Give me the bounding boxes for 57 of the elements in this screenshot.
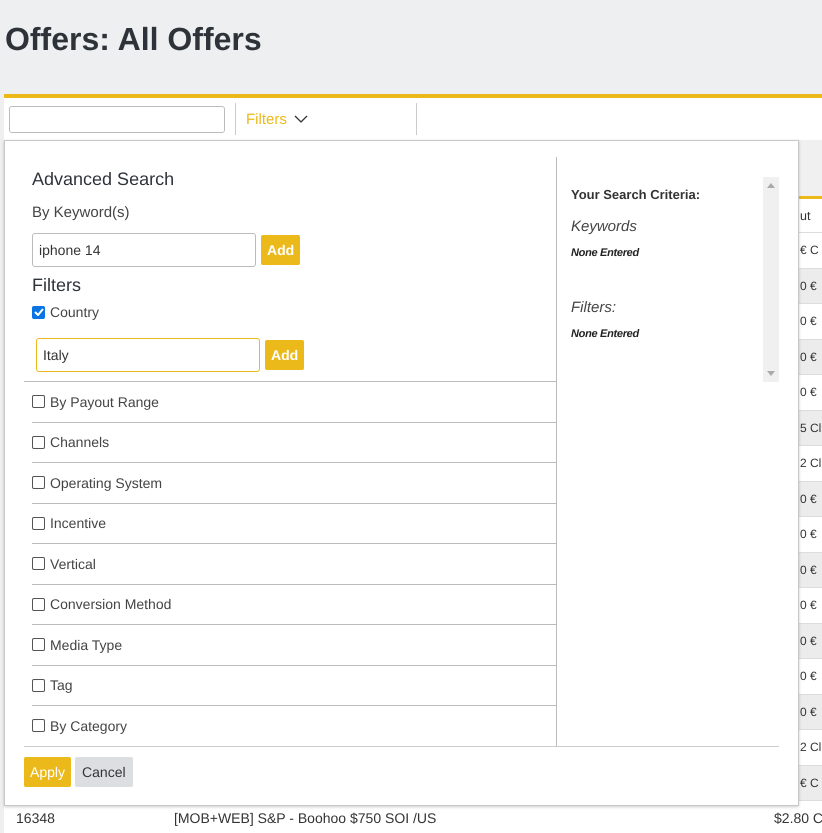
checkbox[interactable] [32,557,45,570]
cancel-button[interactable]: Cancel [75,756,133,786]
field-label: By Keyword(s) [32,204,131,221]
table-cell: [MOB+WEB] S&P - Boohoo $750 SOI /US [174,810,436,826]
table-cell: 5 Cl [800,420,822,435]
criteria-heading: Filters: [571,299,617,316]
criteria-heading: Keywords [571,218,638,235]
table-cell: 0 € [800,704,817,719]
checkbox[interactable] [32,306,45,318]
checkbox[interactable] [32,638,45,652]
checkbox[interactable] [32,678,45,692]
section-title: Filters [32,275,82,296]
table-cell: 0 € [800,492,817,506]
filters-dropdown[interactable]: Filters [236,110,406,128]
table-cell: 2 Cl [800,740,822,754]
table-cell: 0 € [800,350,817,364]
checkbox-label: Country [50,304,100,320]
criteria-value: None Entered [571,328,640,340]
table-cell: € C [800,243,819,258]
checkbox-label: Vertical [50,556,96,572]
checkbox[interactable] [32,476,45,490]
country-input-field[interactable]: Italy [36,338,260,372]
table-cell: 0 € [800,314,817,328]
checkbox-label: By Category [50,718,128,734]
table-cell: 0 € [800,669,817,684]
table-cell: 0 € [800,385,817,400]
apply-button[interactable]: Apply [24,756,72,786]
checkbox[interactable] [32,395,45,408]
add-button[interactable]: Add [265,340,304,370]
table-cell: 0 € [800,278,817,293]
criteria-title: Your Search Criteria: [571,187,700,202]
table-cell: € C [800,776,819,790]
checkbox[interactable] [32,598,45,611]
table-cell: 16348 [16,810,55,826]
chevron-down-icon [294,115,308,123]
checkbox-label: Media Type [50,636,122,653]
checkbox-label: Conversion Method [50,596,172,612]
table-cell: 2 Cl [800,456,822,470]
checkbox-label: By Payout Range [50,394,159,410]
add-button[interactable]: Add [261,235,300,265]
table-cell: 0 € [800,527,817,542]
checkbox-label: Tag [50,677,73,694]
page-title: Offers: All Offers [5,20,262,58]
checkbox-label: Channels [50,434,110,450]
search-field[interactable] [9,106,225,132]
checkbox-label: Operating System [50,474,162,491]
checkbox[interactable] [32,719,45,732]
checkbox-label: Incentive [50,515,106,532]
section-title: Advanced Search [32,169,176,190]
table-cell: 0 € [800,598,817,612]
checkbox[interactable] [32,436,45,449]
table-cell: 0 € [800,634,817,648]
keyword-input-field[interactable]: iphone 14 [32,233,256,267]
checkbox[interactable] [32,516,45,530]
criteria-value: None Entered [571,247,640,259]
column-header: ut [799,208,812,222]
table-cell: 0 € [800,562,817,577]
